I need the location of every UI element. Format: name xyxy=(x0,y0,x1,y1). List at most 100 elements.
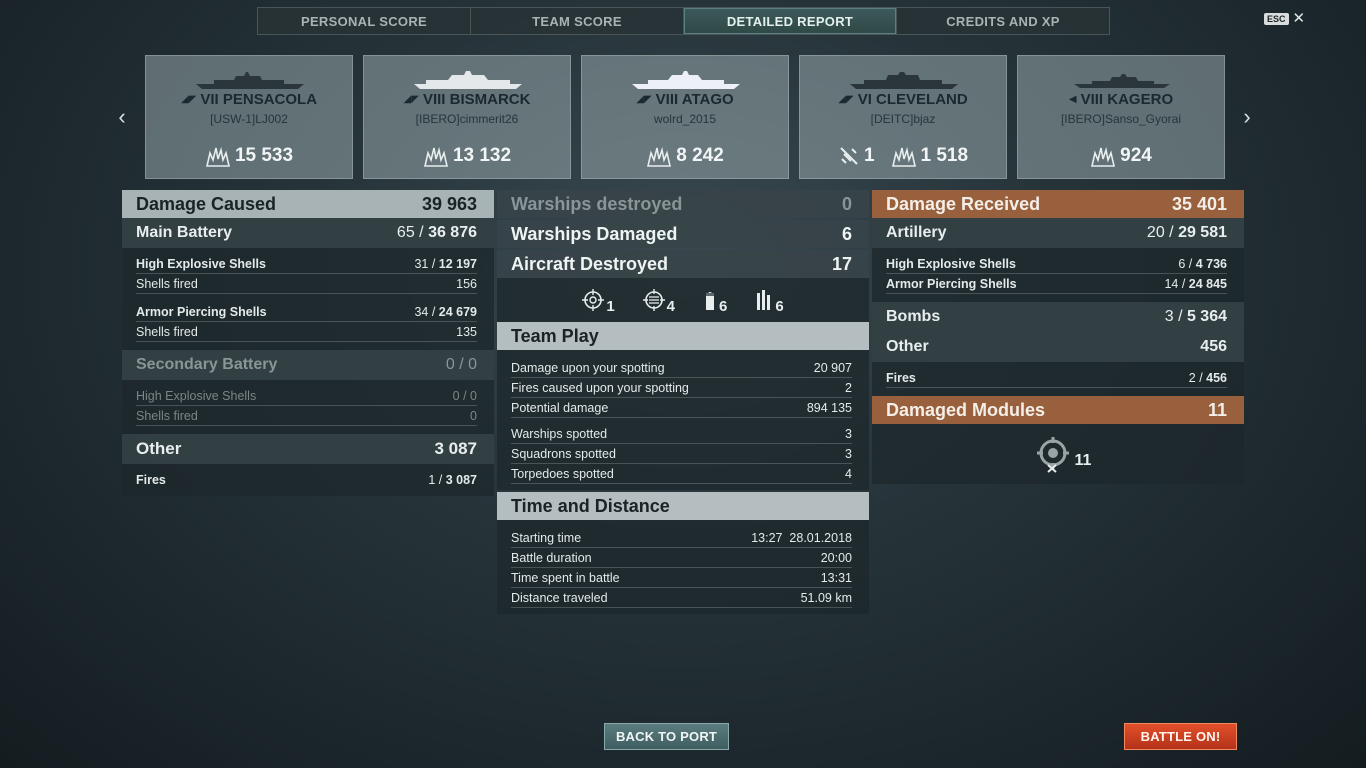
ribbons-row: 1 4 6 6 xyxy=(497,278,869,322)
ship-card[interactable]: ◢◤ VIII ATAGO wolrd_2015 8 242 xyxy=(581,55,789,179)
back-to-port-button[interactable]: BACK TO PORT xyxy=(604,723,729,750)
tab-personal-score[interactable]: PERSONAL SCORE xyxy=(258,8,471,34)
other-received-header: Other 456 xyxy=(872,332,1244,362)
crosshair-icon xyxy=(582,289,605,311)
close-button[interactable]: ESC ✕ xyxy=(1264,10,1306,27)
fires-received-row: Fires 2 / 456 xyxy=(886,368,1227,388)
damage-received-panel: Damage Received 35 401 Artillery 20 / 29 … xyxy=(872,190,1244,484)
player-name: [IBERO]cimmerit26 xyxy=(415,112,519,126)
shells-icon xyxy=(757,290,771,310)
battle-summary-panel: Warships destroyed 0 Warships Damaged 6 Ai… xyxy=(497,190,869,614)
plane-shot-down-icon xyxy=(840,147,858,165)
team-play-header: Team Play xyxy=(497,322,869,350)
card-stats: 8 242 xyxy=(582,145,788,167)
damage-caused-panel: Damage Caused 39 963 Main Battery 65 / 36… xyxy=(122,190,494,496)
ship-name: ◢◤ VI CLEVELAND xyxy=(838,91,968,108)
ship-damage: 924 xyxy=(1120,145,1152,166)
cruiser-class-icon: ◢◤ xyxy=(838,94,854,105)
artillery-header: Artillery 20 / 29 581 xyxy=(872,218,1244,248)
stat-row: Damage upon your spotting 20 907 xyxy=(511,358,852,378)
prev-arrow-icon[interactable]: ‹ xyxy=(112,104,132,130)
battleship-silhouette-icon xyxy=(414,71,522,89)
explosion-icon xyxy=(205,146,230,167)
warships-destroyed-header: Warships destroyed 0 xyxy=(497,190,869,218)
shell-icon xyxy=(706,292,714,310)
ship-cards: ◢◤ VII PENSACOLA [USW-1]LJ002 15 533 ◢◤ … xyxy=(145,55,1225,179)
aircraft-destroyed-header: Aircraft Destroyed 17 xyxy=(497,250,869,278)
ap-shells-fired-row: Shells fired 135 xyxy=(136,322,477,342)
ribbon: 6 xyxy=(755,289,784,315)
ship-damage: 15 533 xyxy=(234,145,294,166)
battle-on-button[interactable]: BATTLE ON! xyxy=(1124,723,1237,750)
damaged-modules-header: Damaged Modules 11 xyxy=(872,396,1244,424)
ap-shells-row: Armor Piercing Shells 34 / 24 679 xyxy=(136,302,477,322)
he-shells-fired-row: Shells fired 156 xyxy=(136,274,477,294)
tab-detailed-report[interactable]: DETAILED REPORT xyxy=(684,8,897,34)
ship-card[interactable]: ◀ VIII KAGERO [IBERO]Sanso_Gyorai 924 xyxy=(1017,55,1225,179)
damaged-module-count: 11 xyxy=(1074,452,1092,469)
fires-row: Fires 1 / 3 087 xyxy=(136,473,477,487)
secondary-fired-row: Shells fired 0 xyxy=(136,406,477,426)
other-header: Other 3 087 xyxy=(122,434,494,464)
ship-card[interactable]: ◢◤ VI CLEVELAND [DEITC]bjaz 1 1 518 xyxy=(799,55,1007,179)
player-name: wolrd_2015 xyxy=(653,112,717,126)
ship-name: ◢◤ VII PENSACOLA xyxy=(180,91,318,108)
stat-row: Squadrons spotted 3 xyxy=(511,444,852,464)
battleship-class-icon: ◢◤ xyxy=(403,94,419,105)
ribbon: 6 xyxy=(703,289,727,315)
stat-row: Battle duration 20:00 xyxy=(511,548,852,568)
destroyer-silhouette-icon xyxy=(1074,74,1170,88)
stat-row: Starting time 13:27 28.01.2018 xyxy=(511,528,852,548)
ap-received-row: Armor Piercing Shells 14 / 24 845 xyxy=(886,274,1227,294)
ship-damage: 13 132 xyxy=(452,145,512,166)
ship-name: ◢◤ VIII ATAGO xyxy=(636,91,734,108)
ship-damage: 1 518 xyxy=(920,145,969,166)
cruiser-silhouette-icon xyxy=(850,72,958,89)
stat-row: Distance traveled 51.09 km xyxy=(511,588,852,608)
ship-card[interactable]: ◢◤ VIII BISMARCK [IBERO]cimmerit26 13 13… xyxy=(363,55,571,179)
time-distance-header: Time and Distance xyxy=(497,492,869,520)
ribbon: 4 xyxy=(642,289,675,315)
card-stats: 924 xyxy=(1018,145,1224,167)
stat-row: Warships spotted 3 xyxy=(511,424,852,444)
main-battery-header: Main Battery 65 / 36 876 xyxy=(122,218,494,248)
next-arrow-icon[interactable]: › xyxy=(1237,104,1257,130)
close-icon: ✕ xyxy=(1292,10,1306,27)
damage-caused-header: Damage Caused 39 963 xyxy=(122,190,494,218)
stat-row: Potential damage 894 135 xyxy=(511,398,852,418)
he-shells-row: High Explosive Shells 31 / 12 197 xyxy=(136,254,477,274)
damage-received-header: Damage Received 35 401 xyxy=(872,190,1244,218)
explosion-icon xyxy=(647,146,672,167)
stat-row: Fires caused upon your spotting 2 xyxy=(511,378,852,398)
esc-key-label: ESC xyxy=(1264,13,1289,25)
explosion-icon xyxy=(423,146,448,167)
card-stats: 15 533 xyxy=(146,145,352,167)
ship-card[interactable]: ◢◤ VII PENSACOLA [USW-1]LJ002 15 533 xyxy=(145,55,353,179)
stat-row: Torpedoes spotted 4 xyxy=(511,464,852,484)
player-name: [IBERO]Sanso_Gyorai xyxy=(1060,112,1182,126)
he-received-row: High Explosive Shells 6 / 4 736 xyxy=(886,254,1227,274)
secondary-he-row: High Explosive Shells 0 / 0 xyxy=(136,386,477,406)
card-stats: 1 1 518 xyxy=(800,145,1006,167)
cruiser-class-icon: ◢◤ xyxy=(180,94,197,105)
modules-icons: 11 xyxy=(872,424,1244,484)
card-stats: 13 132 xyxy=(364,145,570,167)
ship-name: ◀ VIII KAGERO xyxy=(1068,91,1174,108)
ribbon: 1 xyxy=(582,289,615,315)
explosion-icon xyxy=(1091,146,1116,167)
planes-destroyed: 1 xyxy=(863,145,875,166)
secondary-battery-header: Secondary Battery 0 / 0 xyxy=(122,350,494,380)
damaged-module-icon xyxy=(1036,437,1069,473)
report-tabs: PERSONAL SCORE TEAM SCORE DETAILED REPOR… xyxy=(257,7,1110,35)
stat-row: Time spent in battle 13:31 xyxy=(511,568,852,588)
crosshair-hit-icon xyxy=(642,289,665,311)
ship-damage: 8 242 xyxy=(676,145,724,166)
tab-team-score[interactable]: TEAM SCORE xyxy=(471,8,684,34)
ship-name: ◢◤ VIII BISMARCK xyxy=(403,91,531,108)
cruiser-class-icon: ◢◤ xyxy=(636,94,652,105)
explosion-icon xyxy=(891,146,916,167)
cruiser-silhouette-icon xyxy=(632,71,740,89)
tab-credits-xp[interactable]: CREDITS AND XP xyxy=(897,8,1109,34)
cruiser-silhouette-icon xyxy=(196,72,304,89)
player-name: [USW-1]LJ002 xyxy=(210,112,288,126)
